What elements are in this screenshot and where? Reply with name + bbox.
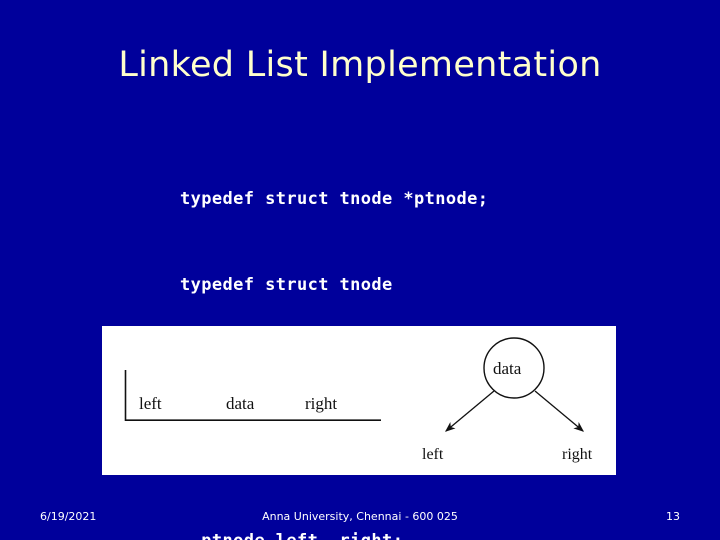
tree-edge-left-arrow: [445, 390, 495, 432]
node-structure-diagram: left data right data left right: [124, 337, 593, 463]
code-line: typedef struct tnode *ptnode;: [180, 189, 489, 209]
tree-edge-right-arrow: [534, 390, 584, 432]
diagram-image: left data right data left right: [102, 326, 616, 475]
tree-right-child-label: right: [562, 446, 593, 463]
code-line: ptnode left, right;: [180, 527, 488, 540]
footer-page-number: 13: [666, 510, 680, 523]
tree-root-label: data: [493, 359, 522, 378]
page-title: Linked List Implementation: [118, 45, 602, 85]
tree-left-child-label: left: [422, 446, 444, 463]
node-field-data-label: data: [226, 394, 255, 413]
node-field-left-label: left: [139, 394, 162, 413]
slide-canvas: Linked List Implementation typedef struc…: [0, 0, 720, 540]
node-field-right-label: right: [305, 394, 337, 413]
code-line: typedef struct tnode: [180, 274, 393, 295]
